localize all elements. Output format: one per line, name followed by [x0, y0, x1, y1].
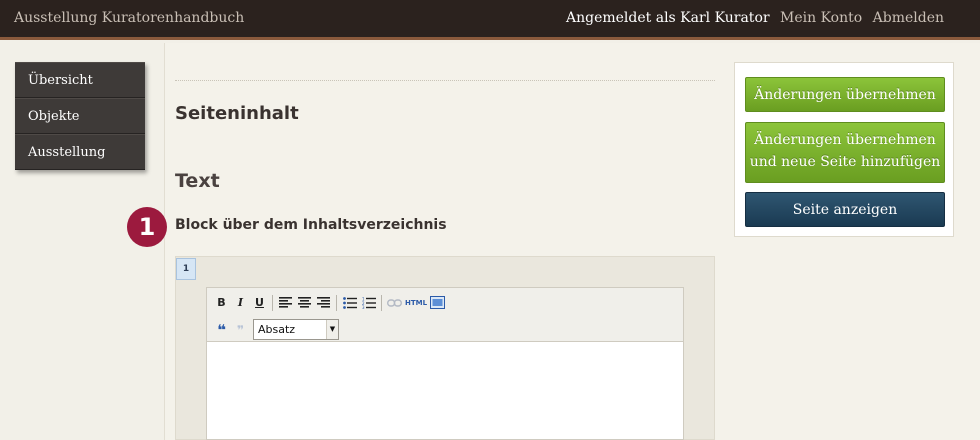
- sidebar-item-exhibit[interactable]: Ausstellung: [15, 134, 145, 170]
- fullscreen-icon[interactable]: [429, 294, 446, 311]
- format-select-value: Absatz: [258, 323, 296, 336]
- align-left-icon[interactable]: [277, 294, 294, 311]
- user-nav: Angemeldet als Karl Kurator Mein Konto A…: [560, 10, 944, 26]
- svg-text:3: 3: [362, 305, 365, 309]
- block-label: Block über dem Inhaltsverzeichnis: [175, 217, 447, 233]
- save-new-line1: Änderungen übernehmen: [754, 132, 936, 148]
- rich-text-editor: B I U 123 HTML ❝ ❞ Absatz ▼: [206, 287, 684, 440]
- bold-button[interactable]: B: [213, 294, 230, 311]
- logged-in-user: Angemeldet als Karl Kurator: [565, 10, 770, 26]
- editor-body[interactable]: [207, 342, 683, 440]
- toolbar-separator: [336, 294, 337, 311]
- divider: [175, 80, 715, 81]
- section-title: Seiteninhalt: [175, 103, 299, 124]
- sidebar-item-items[interactable]: Objekte: [15, 98, 145, 134]
- sidebar-item-overview[interactable]: Übersicht: [15, 62, 145, 98]
- top-bar: Ausstellung Kuratorenhandbuch Angemeldet…: [0, 0, 980, 40]
- logout-link[interactable]: Abmelden: [873, 10, 944, 26]
- site-title[interactable]: Ausstellung Kuratorenhandbuch: [14, 10, 244, 26]
- underline-button[interactable]: U: [251, 294, 268, 311]
- unquote-button[interactable]: ❞: [232, 321, 249, 338]
- chevron-down-icon: ▼: [326, 320, 338, 339]
- account-link[interactable]: Mein Konto: [780, 10, 862, 26]
- sub-title: Text: [175, 170, 220, 192]
- save-and-add-page-button[interactable]: Änderungen übernehmen und neue Seite hin…: [745, 122, 945, 183]
- editor-toolbar: B I U 123 HTML ❝ ❞ Absatz ▼: [207, 288, 683, 342]
- italic-button[interactable]: I: [232, 294, 249, 311]
- block-number[interactable]: 1: [176, 258, 196, 280]
- toolbar-separator: [381, 294, 382, 311]
- html-button[interactable]: HTML: [405, 294, 427, 311]
- step-badge: 1: [127, 207, 167, 247]
- save-new-line2: und neue Seite hinzufügen: [749, 154, 941, 170]
- toolbar-separator: [272, 294, 273, 311]
- align-right-icon[interactable]: [315, 294, 332, 311]
- view-page-button[interactable]: Seite anzeigen: [745, 192, 945, 227]
- link-icon[interactable]: [386, 294, 403, 311]
- bullet-list-icon[interactable]: [341, 294, 358, 311]
- blockquote-button[interactable]: ❝: [213, 321, 230, 339]
- sidebar-nav: Übersicht Objekte Ausstellung: [15, 62, 145, 170]
- format-select[interactable]: Absatz ▼: [253, 319, 339, 340]
- align-center-icon[interactable]: [296, 294, 313, 311]
- numbered-list-icon[interactable]: 123: [360, 294, 377, 311]
- save-button[interactable]: Änderungen übernehmen: [745, 77, 945, 112]
